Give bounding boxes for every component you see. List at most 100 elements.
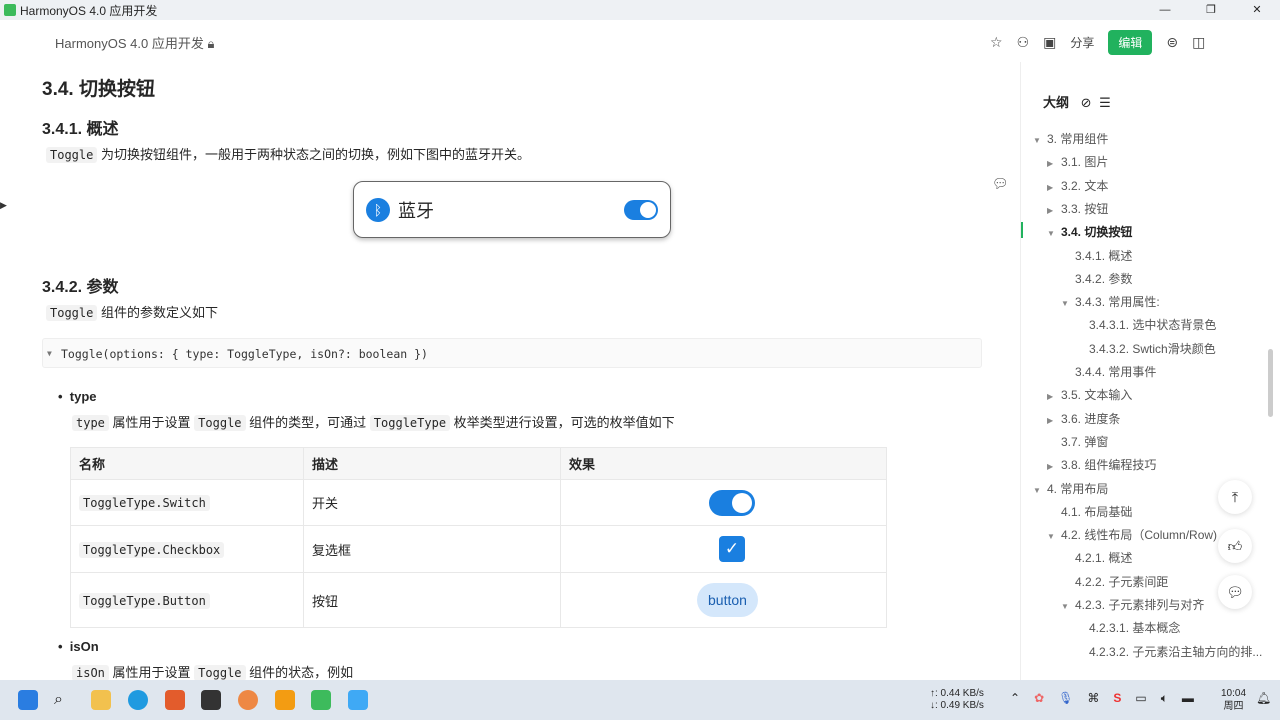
inline-code: ToggleType [369, 415, 451, 431]
present-icon[interactable]: ▣ [1043, 34, 1056, 51]
chrome-icon[interactable] [238, 690, 258, 710]
cloud-drive-icon[interactable] [348, 690, 368, 710]
inline-code: Toggle [46, 305, 98, 321]
outline-item[interactable]: 3.4.4. 常用事件 [1061, 363, 1156, 380]
comment-icon[interactable]: ⊜ [1166, 34, 1178, 51]
outline-item[interactable]: 4.2.3.1. 基本概念 [1075, 619, 1180, 636]
layout-icon[interactable]: ◫ [1192, 34, 1205, 51]
harmony-app-icon[interactable] [311, 690, 331, 710]
outline-scrollbar[interactable] [1268, 349, 1273, 417]
tray-app-icon[interactable]: ✿ [1034, 691, 1044, 706]
outline-item[interactable]: ▶ 3.1. 图片 [1047, 153, 1108, 170]
outline-item[interactable]: 4.1. 布局基础 [1047, 503, 1132, 520]
show-hidden-icon[interactable]: ⌃ [1010, 691, 1020, 706]
outline-item[interactable]: 4.2.2. 子元素间距 [1061, 573, 1168, 590]
caret-down-icon[interactable]: ▼ [1033, 136, 1043, 145]
caret-right-icon[interactable]: ▶ [1047, 183, 1057, 192]
file-explorer-icon[interactable] [91, 690, 111, 710]
caret-down-icon[interactable]: ▼ [1033, 486, 1043, 495]
list-icon[interactable]: ☰ [1099, 95, 1111, 110]
subsection-heading: 3.4.2. 参数 [42, 279, 119, 296]
outline-item[interactable]: 3.4.3.2. Swtich滑块颜色 [1075, 340, 1216, 357]
back-to-top-button[interactable]: ⤒ [1218, 480, 1252, 514]
outline-item[interactable]: 3.7. 弹窗 [1047, 433, 1108, 450]
share-button[interactable]: 分享 [1070, 34, 1094, 51]
checkbox-toggle[interactable]: ✓ [719, 536, 745, 562]
switch-toggle[interactable] [709, 489, 755, 516]
outline-item[interactable]: ▼ 4. 常用布局 [1033, 480, 1108, 497]
outline-item[interactable]: ▼ 4.2. 线性布局（Column/Row) [1047, 526, 1217, 543]
title-bar: HarmonyOS 4.0 应用开发 — ❐ ✕ [0, 0, 1280, 20]
collapse-icon[interactable]: ▼ [47, 349, 52, 358]
notification-icon[interactable]: 🔔︎ [1256, 691, 1271, 705]
expand-sidebar-icon[interactable]: ▶ [0, 190, 12, 220]
outline-item[interactable]: ▶ 3.6. 进度条 [1047, 410, 1120, 427]
caret-down-icon[interactable]: ▼ [1047, 229, 1057, 238]
outline-item-label: 3.6. 进度条 [1061, 411, 1121, 426]
taskbar: ⌕ ↑: 0.44 KB/s ↓: 0.49 KB/s ⌃ ✿ 🎙︎ ⌘ S ▭ … [0, 680, 1280, 720]
code-block[interactable]: ▼ Toggle(options: { type: ToggleType, isO… [42, 338, 982, 368]
doc-header: HarmonyOS 4.0 应用开发 🔒︎ ☆ ⚇ ▣ 分享 编辑 ⊜ ◫ [0, 20, 1280, 62]
star-icon[interactable]: ☆ [990, 34, 1003, 51]
start-icon[interactable] [18, 690, 38, 710]
sublime-icon[interactable] [275, 690, 295, 710]
network-icon[interactable]: ▭ [1135, 691, 1146, 706]
edge-icon[interactable] [128, 690, 148, 710]
column-header: 描述 [303, 447, 561, 480]
window-title: HarmonyOS 4.0 应用开发 [20, 3, 158, 18]
document-content: ▶ 3.4. 切换按钮 3.4.1. 概述 Toggle 为切换按钮组件，一般用… [0, 62, 1020, 680]
volume-icon[interactable]: 🔈︎ [1161, 691, 1168, 706]
outline-item[interactable]: 4.2.3.2. 子元素沿主轴方向的排... [1075, 643, 1262, 660]
caret-down-icon[interactable]: ▼ [1061, 602, 1071, 611]
minimize-button[interactable]: — [1142, 0, 1188, 20]
type-name: ToggleType.Checkbox [79, 541, 225, 558]
outline-item[interactable]: ▼ 3.4.3. 常用属性: [1061, 293, 1160, 310]
comment-button[interactable]: 💬︎ [1218, 575, 1252, 609]
clock[interactable]: 10:04 周四 [1221, 687, 1246, 713]
outline-item[interactable]: ▶ 3.3. 按钮 [1047, 200, 1108, 217]
upload-speed: ↑: 0.44 KB/s [930, 688, 984, 699]
caret-down-icon[interactable]: ▼ [1047, 532, 1057, 541]
outline-item[interactable]: 3.4.2. 参数 [1061, 270, 1132, 287]
like-button[interactable]: 👍︎ [1218, 529, 1252, 563]
outline-item[interactable]: 3.4.1. 概述 [1061, 247, 1132, 264]
outline-item[interactable]: ▶ 3.5. 文本输入 [1047, 386, 1132, 403]
outline-item-label: 3.4.3.1. 选中状态背景色 [1089, 318, 1217, 333]
bluetooth-toggle[interactable] [624, 199, 658, 220]
caret-down-icon[interactable]: ▼ [1061, 299, 1071, 308]
outline-item[interactable]: ▶ 3.8. 组件编程技巧 [1047, 456, 1156, 473]
collaborator-icon[interactable]: ⚇ [1017, 34, 1030, 51]
battery-icon[interactable]: ▬ [1182, 691, 1194, 706]
caret-right-icon[interactable]: ▶ [1047, 206, 1057, 215]
close-button[interactable]: ✕ [1234, 0, 1280, 20]
section-heading: 3.4. 切换按钮 [42, 79, 155, 100]
caret-right-icon[interactable]: ▶ [1047, 392, 1057, 401]
button-toggle[interactable]: button [697, 583, 758, 617]
outline-item[interactable]: ▶ 3.2. 文本 [1047, 177, 1108, 194]
caret-right-icon[interactable]: ▶ [1047, 416, 1057, 425]
microphone-icon[interactable]: 🎙︎ [1058, 691, 1073, 706]
search-icon[interactable]: ⌕ [54, 690, 74, 710]
comment-icon[interactable]: 💬︎ [992, 176, 1009, 192]
type-desc: 开关 [303, 479, 561, 526]
table-row: ToggleType.Checkbox 复选框 ✓ [70, 525, 887, 573]
outline-item[interactable]: ▼ 4.2.3. 子元素排列与对齐 [1061, 596, 1204, 613]
outline-item[interactable]: 4.2.1. 概述 [1061, 549, 1132, 566]
outline-item[interactable]: 3.4.3.1. 选中状态背景色 [1075, 316, 1216, 333]
bluetooth-icon: ᛒ [366, 197, 390, 222]
terminal-icon[interactable] [201, 690, 221, 710]
outline-item[interactable]: ▼ 3.4. 切换按钮 [1047, 223, 1132, 240]
edit-button[interactable]: 编辑 [1108, 30, 1153, 55]
hide-icon[interactable]: ⊘ [1081, 95, 1092, 110]
type-paragraph: type 属性用于设置 Toggle 组件的类型，可通过 ToggleType … [72, 412, 675, 431]
ime-icon[interactable]: S [1113, 691, 1121, 706]
text: 组件的参数定义如下 [100, 305, 218, 320]
caret-right-icon[interactable]: ▶ [1047, 159, 1057, 168]
outline-item[interactable]: ▼ 3. 常用组件 [1033, 130, 1108, 147]
text: 组件的类型，可通过 [249, 415, 367, 430]
speech-icon[interactable]: ⌘ [1087, 691, 1099, 706]
caret-right-icon[interactable]: ▶ [1047, 462, 1057, 471]
app-icon[interactable] [165, 690, 185, 710]
text: 属性用于设置 [112, 415, 191, 430]
maximize-button[interactable]: ❐ [1188, 0, 1234, 20]
